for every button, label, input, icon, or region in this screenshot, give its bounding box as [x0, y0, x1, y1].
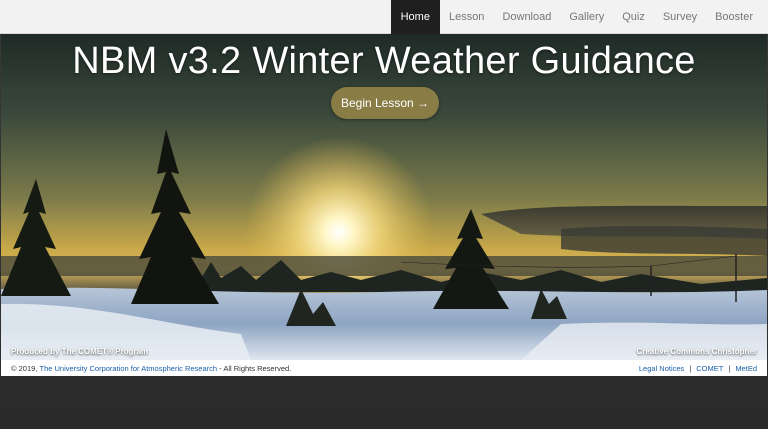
footer-separator: | [728, 363, 731, 373]
legal-notices-link[interactable]: Legal Notices [639, 364, 684, 373]
nav-booster[interactable]: Booster [706, 0, 762, 34]
footer-links: Legal Notices | COMET | MetEd [639, 364, 757, 373]
hero-banner: NBM v3.2 Winter Weather Guidance Begin L… [1, 34, 767, 360]
nav-home[interactable]: Home [390, 0, 440, 34]
footer-separator: | [689, 363, 692, 373]
copyright-suffix: - All Rights Reserved. [219, 363, 292, 373]
nav-quiz[interactable]: Quiz [613, 0, 654, 34]
copyright-prefix: © 2019, [11, 363, 38, 373]
nav-survey[interactable]: Survey [654, 0, 706, 34]
meted-link[interactable]: MetEd [735, 364, 757, 373]
ucar-link[interactable]: The University Corporation for Atmospher… [39, 364, 217, 373]
page-title: NBM v3.2 Winter Weather Guidance [72, 40, 696, 82]
nav-gallery[interactable]: Gallery [560, 0, 613, 34]
main-nav: Home Lesson Download Gallery Quiz Survey… [390, 0, 762, 34]
nav-lesson[interactable]: Lesson [440, 0, 493, 34]
top-navigation-bar: Home Lesson Download Gallery Quiz Survey… [0, 0, 768, 34]
footer: © 2019, The University Corporation for A… [1, 360, 767, 376]
nav-download[interactable]: Download [493, 0, 560, 34]
comet-link[interactable]: COMET [696, 364, 723, 373]
photo-credit: Creative Commons Christopher [636, 347, 757, 356]
producer-credit: Produced by The COMET® Program [11, 347, 149, 356]
begin-lesson-button[interactable]: Begin Lesson → [331, 87, 439, 119]
